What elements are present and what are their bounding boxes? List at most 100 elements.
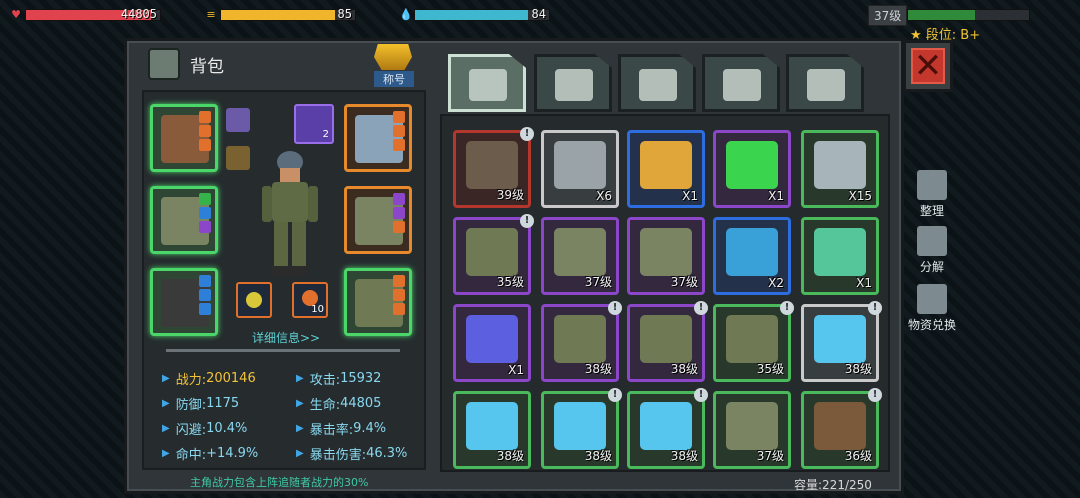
food-fill (221, 10, 335, 20)
inventory-item[interactable]: 39级! (453, 127, 534, 208)
inventory-item[interactable]: 37级 (627, 217, 705, 295)
inventory-item[interactable]: X1 (453, 304, 531, 382)
inventory-item[interactable]: 37级 (541, 217, 619, 295)
close-button[interactable]: ✕ (903, 40, 953, 92)
chip-slot[interactable]: 2 (294, 104, 334, 144)
inventory-item[interactable]: X1 (801, 217, 879, 295)
tab-materials[interactable] (618, 54, 696, 112)
emblem-slot[interactable]: 10 (292, 282, 328, 318)
helmet-slot[interactable] (344, 104, 412, 172)
new-badge-icon: ! (868, 301, 882, 315)
stat-defense: ▶ 防御: 1175 (162, 396, 240, 413)
stat-power: ▶ 战力: 200146 (162, 371, 256, 388)
jacket-slot[interactable] (344, 186, 412, 254)
title-badge-label: 称号 (374, 71, 414, 87)
item-quantity: X6 (596, 189, 612, 203)
inventory-item[interactable]: 38级! (541, 388, 622, 469)
pants-slot[interactable] (344, 268, 412, 336)
water-drop-icon: 💧 (399, 8, 413, 21)
soldier-avatar (262, 151, 318, 276)
backpack-header: 背包 (148, 48, 224, 80)
electric-blade-icon (554, 402, 606, 450)
new-badge-icon: ! (868, 388, 882, 402)
item-quantity: 38级 (844, 362, 872, 376)
gear-icon (246, 292, 262, 308)
emblem-slot[interactable] (236, 282, 272, 318)
inventory-item[interactable]: X15 (801, 130, 879, 208)
food-icon: ≡ (206, 8, 216, 21)
stat-hit: ▶ 命中: +14.9% (162, 446, 259, 463)
crossbow-icon (466, 141, 518, 189)
new-badge-icon: ! (608, 301, 622, 315)
level-box: 37级 (868, 4, 1030, 26)
vest-icon (554, 228, 606, 276)
inventory-item[interactable]: 38级! (541, 301, 622, 382)
water-stat: 💧 84 (399, 7, 550, 22)
item-quantity: 37级 (584, 275, 612, 289)
electric-blade-icon (640, 402, 692, 450)
inventory-item[interactable]: 37级 (713, 391, 791, 469)
inventory-item[interactable]: 36级! (801, 388, 882, 469)
inventory-item[interactable]: X2 (713, 217, 791, 295)
exchange-button[interactable]: 物资兑换 (904, 284, 960, 333)
details-link[interactable]: 详细信息>> (252, 329, 320, 346)
power-note: 主角战力包含上阵追随者战力的30% (190, 476, 369, 489)
armor-slot[interactable] (150, 186, 218, 254)
stat-attack: ▶ 攻击: 15932 (296, 371, 382, 388)
electric-blade-icon (814, 315, 866, 363)
boots-slot[interactable] (150, 268, 218, 336)
inventory-item[interactable]: X1 (627, 130, 705, 208)
mod-icon[interactable] (226, 108, 250, 132)
inventory-item[interactable]: 35级! (453, 214, 534, 295)
green-crystal-icon (726, 141, 778, 189)
sort-button[interactable]: 整理 (908, 170, 956, 219)
item-quantity: 37级 (756, 449, 784, 463)
new-badge-icon: ! (520, 127, 534, 141)
helmet-icon (466, 228, 518, 276)
dismantle-button[interactable]: 分解 (908, 226, 956, 275)
title-badge-button[interactable]: 称号 (374, 44, 414, 87)
hp-stat: ♥ 44805 (10, 7, 161, 22)
food-value: 85 (337, 7, 352, 21)
item-quantity: 39级 (496, 188, 524, 202)
inventory-item[interactable]: 38级! (627, 388, 708, 469)
tab-medical[interactable] (534, 54, 612, 112)
tab-weapons[interactable] (702, 54, 780, 112)
divider (166, 349, 400, 352)
inventory-item[interactable]: X1 (713, 130, 791, 208)
item-quantity: 38级 (584, 362, 612, 376)
parts-icon (807, 69, 845, 101)
helmet-icon (554, 315, 606, 363)
backpack-icon (469, 69, 507, 101)
water-fill (415, 10, 528, 20)
electric-blade-icon (466, 402, 518, 450)
weapon-slot[interactable] (150, 104, 218, 172)
tab-backpack[interactable] (448, 54, 526, 112)
water-value: 84 (531, 7, 546, 21)
stat-crit-damage: ▶ 暴击伤害: 46.3% (296, 446, 408, 463)
inventory-item[interactable]: 38级 (453, 391, 531, 469)
xp-bar (907, 9, 1030, 21)
inventory-item[interactable]: 35级! (713, 301, 794, 382)
rifle-icon (814, 402, 866, 450)
capacity-label: 容量:221/250 (794, 478, 872, 492)
mod-icon[interactable] (226, 146, 250, 170)
title-emblem-icon (374, 44, 412, 70)
new-badge-icon: ! (608, 388, 622, 402)
item-quantity: 38级 (584, 449, 612, 463)
exp-card-icon (640, 141, 692, 189)
inventory-item[interactable]: X6 (541, 130, 619, 208)
vest-icon (640, 228, 692, 276)
item-quantity: 37级 (670, 275, 698, 289)
item-quantity: 38级 (496, 449, 524, 463)
inventory-item[interactable]: 38级! (801, 301, 882, 382)
exchange-icon (917, 284, 947, 314)
inventory-item[interactable]: 38级! (627, 301, 708, 382)
vest-icon (726, 402, 778, 450)
item-quantity: 36级 (844, 449, 872, 463)
tab-parts[interactable] (786, 54, 864, 112)
new-badge-icon: ! (780, 301, 794, 315)
item-quantity: 38级 (670, 362, 698, 376)
backpack-icon (148, 48, 180, 80)
sort-icon (917, 170, 947, 200)
